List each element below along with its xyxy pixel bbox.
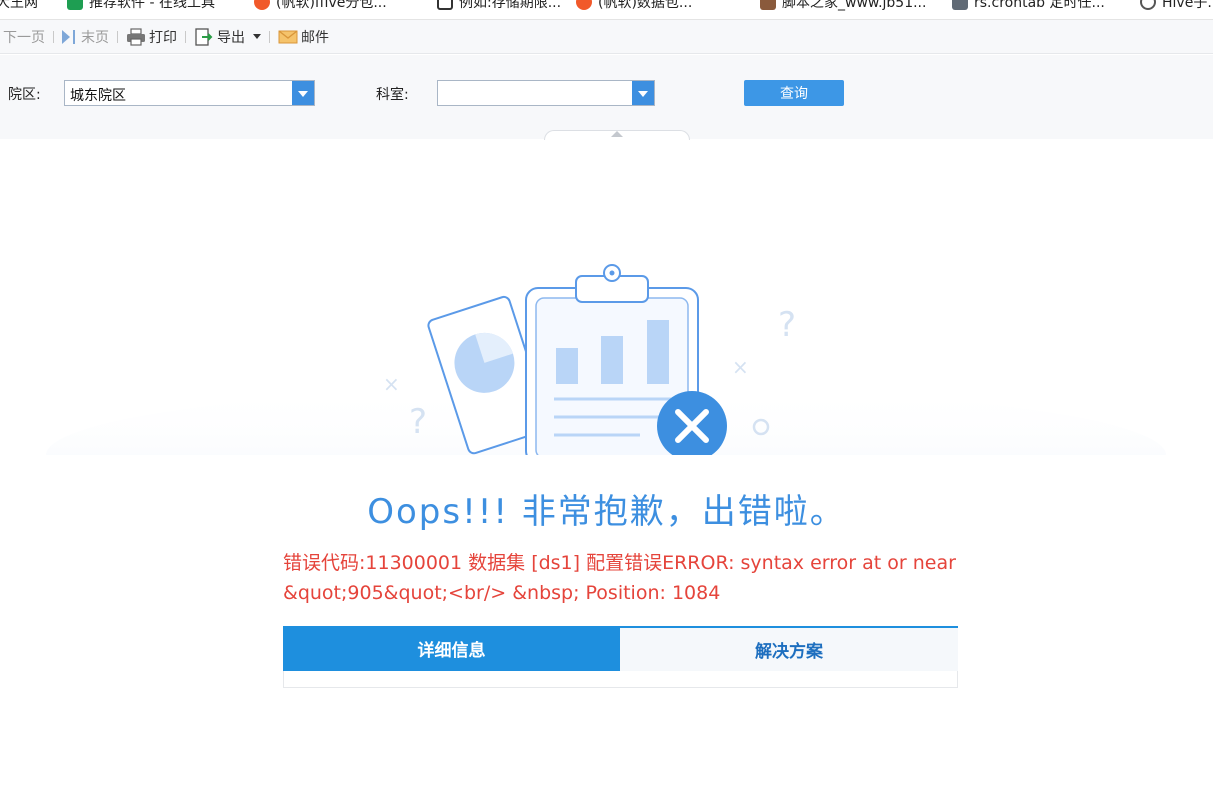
bookmark-item[interactable]: 例如:存储期限... (437, 0, 561, 13)
report-toolbar: 下一页 末页 打印 导出 邮件 (0, 20, 1213, 54)
export-icon (195, 27, 213, 46)
tab-details[interactable]: 详细信息 (283, 626, 620, 671)
department-label: 科室: (376, 87, 409, 103)
bookmark-label: 推荐软件 - 在线工具 (89, 0, 215, 11)
document-icon (437, 0, 453, 10)
orange-logo-icon (254, 0, 270, 10)
email-button[interactable]: 邮件 (278, 27, 329, 47)
next-page-button[interactable]: 下一页 (3, 27, 45, 47)
bookmark-label: rs.crontab 定时任... (974, 0, 1105, 11)
filter-panel: 院区: 城东院区 科室: 查询 (0, 55, 1213, 140)
bookmark-item[interactable]: 大王网 (0, 0, 38, 13)
error-title: Oops!!! 非常抱歉，出错啦。 (367, 492, 846, 532)
bookmark-label: (帆软)数据包... (598, 0, 693, 11)
print-label: 打印 (149, 29, 177, 46)
svg-text:?: ? (778, 305, 796, 345)
orange-logo-icon (576, 0, 592, 10)
last-page-label: 末页 (81, 29, 109, 46)
toolbar-divider (269, 30, 270, 43)
bookmark-item[interactable]: Hive子... (1140, 0, 1213, 13)
tab-content-panel (283, 671, 958, 688)
bookmark-item[interactable]: 推荐软件 - 在线工具 (67, 0, 215, 13)
svg-text:×: × (732, 355, 749, 379)
mail-icon (278, 29, 298, 43)
bookmark-label: Hive子... (1162, 0, 1213, 11)
green-sheet-icon (67, 0, 83, 10)
svg-text:×: × (383, 372, 400, 396)
tab-solutions[interactable]: 解决方案 (620, 626, 958, 671)
bookmark-label: 例如:存储期限... (459, 0, 562, 11)
bookmark-label: (帆软)ffive分包... (276, 0, 387, 11)
error-message: 错误代码:11300001 数据集 [ds1] 配置错误ERROR: synta… (283, 552, 956, 604)
bookmark-item[interactable]: rs.crontab 定时任... (952, 0, 1105, 13)
bookmark-label: 大王网 (0, 0, 38, 11)
toolbar-divider (53, 30, 54, 43)
bookmark-label: 脚本之家_www.jb51... (782, 0, 927, 11)
campus-label: 院区: (8, 87, 41, 103)
bookmark-item[interactable]: 脚本之家_www.jb51... (760, 0, 926, 13)
chevron-down-icon (253, 34, 261, 39)
svg-text:?: ? (409, 402, 427, 442)
campus-select[interactable]: 城东院区 (64, 80, 315, 106)
export-label: 导出 (217, 29, 245, 46)
brown-logo-icon (760, 0, 776, 10)
bookmark-item[interactable]: (帆软)ffive分包... (254, 0, 387, 13)
error-illustration: × ? ? × (46, 264, 1166, 455)
print-button[interactable]: 打印 (126, 27, 177, 47)
toolbar-divider (185, 30, 186, 43)
collapse-panel-toggle[interactable] (544, 130, 690, 140)
next-page-label: 下一页 (3, 29, 45, 46)
error-tabs: 详细信息 解决方案 (283, 626, 958, 688)
email-label: 邮件 (301, 29, 329, 46)
chevron-down-icon[interactable] (292, 81, 314, 105)
gray-logo-icon (952, 0, 968, 10)
department-select[interactable] (437, 80, 655, 106)
toolbar-divider (117, 30, 118, 43)
search-icon (1140, 0, 1156, 10)
last-page-button[interactable]: 末页 (62, 27, 109, 47)
bookmarks-bar: 大王网 推荐软件 - 在线工具 (帆软)ffive分包... 例如:存储期限..… (0, 0, 1213, 20)
chevron-down-icon[interactable] (632, 81, 654, 105)
printer-icon (127, 27, 145, 46)
bookmark-item[interactable]: (帆软)数据包... (576, 0, 692, 13)
last-page-icon (62, 29, 70, 44)
export-button[interactable]: 导出 (194, 27, 261, 47)
query-button[interactable]: 查询 (744, 80, 844, 106)
campus-value: 城东院区 (70, 88, 126, 104)
last-page-bar-icon (73, 29, 75, 44)
